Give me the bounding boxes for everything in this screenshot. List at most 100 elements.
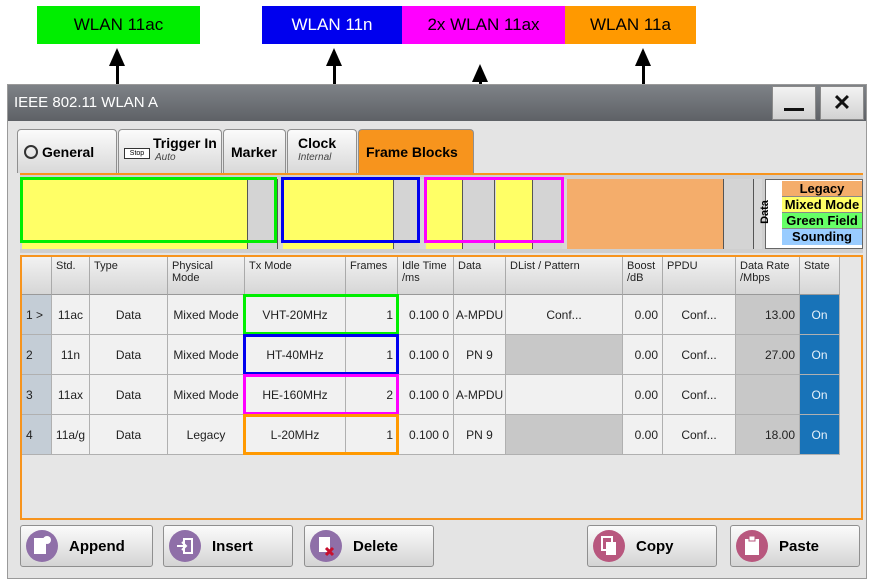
tab-frame-blocks[interactable]: Frame Blocks <box>358 129 474 173</box>
column-header-data: Data <box>454 257 506 295</box>
cell-ppdu[interactable]: Conf... <box>663 415 736 455</box>
cell-row-number: 1 > <box>22 295 52 335</box>
cell-type[interactable]: Data <box>90 415 168 455</box>
cell-idle-time[interactable]: 0.100 0 <box>398 335 454 375</box>
legend-item-sounding: Sounding <box>782 229 862 245</box>
tx-mode-highlight <box>243 294 399 335</box>
cell-data[interactable]: PN 9 <box>454 335 506 375</box>
cell-data-rate: 13.00 <box>736 295 800 335</box>
cell-boost[interactable]: 0.00 <box>623 295 663 335</box>
paste-button[interactable]: Paste <box>730 525 860 567</box>
cell-dlist-pattern[interactable] <box>506 415 623 455</box>
append-button[interactable]: Append <box>20 525 153 567</box>
copy-label: Copy <box>636 538 674 555</box>
cell-physical-mode[interactable]: Mixed Mode <box>168 335 245 375</box>
tab-clock-sub: Internal <box>298 152 332 163</box>
column-header-idle-time: Idle Time /ms <box>398 257 454 295</box>
column-header-type: Type <box>90 257 168 295</box>
cell-data-rate: 18.00 <box>736 415 800 455</box>
frame-block-11a[interactable] <box>567 179 723 249</box>
data-legend: Data Legacy Mixed Mode Green Field Sound… <box>758 179 863 249</box>
cell-ppdu[interactable]: Conf... <box>663 295 736 335</box>
cell-row-number: 3 <box>22 375 52 415</box>
column-header-std: Std. <box>52 257 90 295</box>
cell-type[interactable]: Data <box>90 375 168 415</box>
column-header-tx-mode: Tx Mode <box>245 257 346 295</box>
tx-mode-highlight <box>243 334 399 375</box>
cell-dlist-pattern[interactable]: Conf... <box>506 295 623 335</box>
copy-button[interactable]: Copy <box>587 525 717 567</box>
column-header-frames: Frames <box>346 257 398 295</box>
close-button[interactable]: ✕ <box>820 86 864 120</box>
legend-item-legacy: Legacy <box>782 181 862 197</box>
cell-boost[interactable]: 0.00 <box>623 335 663 375</box>
cell-data[interactable]: PN 9 <box>454 415 506 455</box>
cell-idle-time[interactable]: 0.100 0 <box>398 375 454 415</box>
frame-divider <box>277 179 278 249</box>
tab-clock-label: Clock <box>298 135 337 151</box>
column-header-dlist-pattern: DList / Pattern <box>506 257 623 295</box>
frame-blocks-table: Std. Type Physical Mode Tx Mode Frames Idle T… <box>20 255 863 520</box>
tab-marker-label: Marker <box>231 144 277 160</box>
stop-icon: Stop <box>124 148 150 159</box>
tx-mode-highlight <box>243 374 399 415</box>
cell-state[interactable]: On <box>800 335 840 375</box>
cell-std: 11ax <box>52 375 90 415</box>
legend-title: Data <box>758 200 771 224</box>
column-header-boost: Boost /dB <box>623 257 663 295</box>
tx-mode-highlight <box>243 414 399 455</box>
cell-data-rate: 27.00 <box>736 335 800 375</box>
highlight-box-11n <box>281 177 420 243</box>
minimize-button[interactable] <box>772 86 816 120</box>
title-bar: IEEE 802.11 WLAN A ✕ <box>8 85 866 121</box>
idle-block-11a <box>723 179 753 249</box>
column-header-state: State <box>800 257 840 295</box>
cell-std: 11ac <box>52 295 90 335</box>
highlight-box-11ax <box>424 177 564 243</box>
cell-state[interactable]: On <box>800 375 840 415</box>
cell-physical-mode[interactable]: Legacy <box>168 415 245 455</box>
cell-dlist-pattern[interactable] <box>506 335 623 375</box>
annotation-2x-wlan-11ax: 2x WLAN 11ax <box>402 6 565 44</box>
insert-label: Insert <box>212 538 253 555</box>
paste-icon <box>736 530 768 562</box>
tab-trigger-in[interactable]: Stop Trigger In Auto <box>118 129 222 173</box>
cell-data[interactable]: A-MPDU <box>454 295 506 335</box>
tab-frame-blocks-label: Frame Blocks <box>366 144 458 160</box>
cell-physical-mode[interactable]: Mixed Mode <box>168 295 245 335</box>
cell-physical-mode[interactable]: Mixed Mode <box>168 375 245 415</box>
cell-state[interactable]: On <box>800 295 840 335</box>
cell-row-number: 2 <box>22 335 52 375</box>
insert-button[interactable]: Insert <box>163 525 293 567</box>
cell-std: 11n <box>52 335 90 375</box>
cell-idle-time[interactable]: 0.100 0 <box>398 295 454 335</box>
cell-idle-time[interactable]: 0.100 0 <box>398 415 454 455</box>
delete-button[interactable]: Delete <box>304 525 434 567</box>
cell-type[interactable]: Data <box>90 295 168 335</box>
cell-boost[interactable]: 0.00 <box>623 375 663 415</box>
cell-ppdu[interactable]: Conf... <box>663 375 736 415</box>
cell-ppdu[interactable]: Conf... <box>663 335 736 375</box>
annotation-wlan-11n: WLAN 11n <box>262 6 402 44</box>
tab-marker[interactable]: Marker <box>223 129 286 173</box>
close-icon: ✕ <box>832 90 852 115</box>
cell-data[interactable]: A-MPDU <box>454 375 506 415</box>
delete-icon <box>310 530 342 562</box>
gear-icon <box>24 145 38 159</box>
cell-row-number: 4 <box>22 415 52 455</box>
cell-type[interactable]: Data <box>90 335 168 375</box>
cell-std: 11a/g <box>52 415 90 455</box>
paste-label: Paste <box>779 538 820 555</box>
tab-general[interactable]: General <box>17 129 117 173</box>
column-header-ppdu: PPDU <box>663 257 736 295</box>
frame-sequence <box>20 177 762 249</box>
tab-clock[interactable]: Clock Internal <box>287 129 357 173</box>
window-title: IEEE 802.11 WLAN A <box>14 94 158 111</box>
append-icon <box>26 530 58 562</box>
wlan-dialog-window: IEEE 802.11 WLAN A ✕ General Stop Trigge… <box>7 84 867 579</box>
frame-divider <box>753 179 754 249</box>
cell-boost[interactable]: 0.00 <box>623 415 663 455</box>
cell-state[interactable]: On <box>800 415 840 455</box>
cell-dlist-pattern[interactable] <box>506 375 623 415</box>
column-header-row-number <box>22 257 52 295</box>
